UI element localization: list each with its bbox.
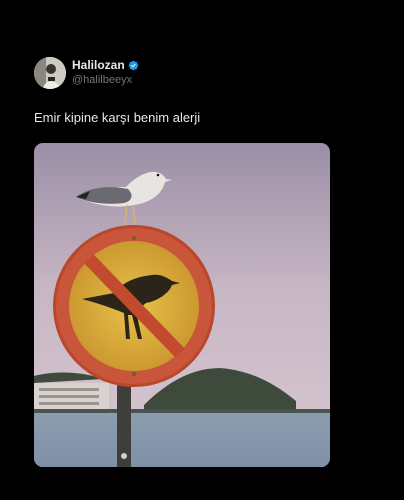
tweet-header: Halilozan @halilbeeyx [34,57,139,89]
handle[interactable]: @halilbeeyx [72,73,139,88]
tweet-text: Emir kipine karşı benim alerji [34,110,201,125]
display-name[interactable]: Halilozan [72,58,125,73]
tweet-media-photo[interactable] [34,143,330,467]
verified-badge-icon [128,60,138,71]
avatar[interactable] [34,57,66,89]
